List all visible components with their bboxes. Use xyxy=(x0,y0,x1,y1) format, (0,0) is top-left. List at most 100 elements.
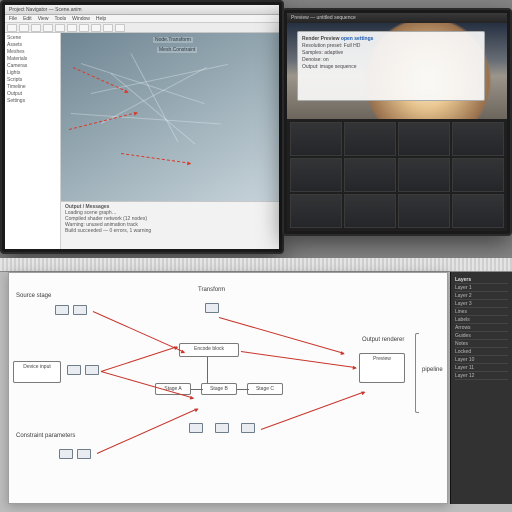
diagram-node[interactable]: Stage C xyxy=(247,383,283,395)
tool-stop-icon[interactable] xyxy=(79,24,89,32)
tool-new-icon[interactable] xyxy=(7,24,17,32)
layer-row[interactable]: Layer 2 xyxy=(455,292,508,300)
menu-item[interactable]: Tools xyxy=(54,15,66,22)
node-icon[interactable] xyxy=(215,423,229,433)
timeline-ruler[interactable] xyxy=(0,258,512,272)
log-panel[interactable]: Output / Messages Loading scene graph… C… xyxy=(61,201,279,249)
tool-play-icon[interactable] xyxy=(67,24,77,32)
tool-grid-icon[interactable] xyxy=(91,24,101,32)
tool-render-icon[interactable] xyxy=(115,24,125,32)
popup-link[interactable]: open settings xyxy=(341,36,374,42)
info-popup[interactable]: Render Preview open settings Resolution … xyxy=(297,31,485,101)
layer-row[interactable]: Labels xyxy=(455,316,508,324)
menubar[interactable]: File Edit View Tools Window Help xyxy=(5,15,279,23)
flow-arrow-icon xyxy=(261,391,365,430)
node-icon[interactable] xyxy=(77,449,91,459)
layer-row[interactable]: Lines xyxy=(455,308,508,316)
tree-item[interactable]: Meshes xyxy=(7,49,58,56)
diagram-node[interactable]: Device input xyxy=(13,361,61,383)
menu-item[interactable]: View xyxy=(38,15,49,22)
tool-save-icon[interactable] xyxy=(31,24,41,32)
brace-icon xyxy=(415,333,419,413)
layers-panel[interactable]: Layers Layer 1 Layer 2 Layer 3 Lines Lab… xyxy=(450,272,512,504)
menu-item[interactable]: Help xyxy=(96,15,106,22)
node-icon[interactable] xyxy=(85,365,99,375)
tree-item[interactable]: Scene xyxy=(7,35,58,42)
preview-viewport[interactable]: Render Preview open settings Resolution … xyxy=(287,23,507,119)
diagram-label: Transform xyxy=(197,287,226,293)
tree-item[interactable]: Lights xyxy=(7,70,58,77)
tree-item[interactable]: Assets xyxy=(7,42,58,49)
layer-row[interactable]: Arrows xyxy=(455,324,508,332)
thumbnail-grid[interactable] xyxy=(287,119,507,231)
node-icon[interactable] xyxy=(189,423,203,433)
diagram-label: Constraint parameters xyxy=(15,433,75,439)
thumbnail[interactable] xyxy=(290,122,342,156)
diagram-canvas[interactable]: Source stage Device input Constraint par… xyxy=(8,272,448,504)
tree-item[interactable]: Settings xyxy=(7,98,58,105)
tree-item[interactable]: Cameras xyxy=(7,63,58,70)
thumbnail[interactable] xyxy=(290,194,342,228)
diagram-node[interactable]: Preview xyxy=(359,353,405,383)
thumbnail[interactable] xyxy=(398,158,450,192)
layer-row[interactable]: Layer 10 xyxy=(455,356,508,364)
popup-heading: Render Preview open settings xyxy=(302,36,480,43)
flow-arrow-icon xyxy=(93,311,185,353)
connector-icon xyxy=(207,357,208,383)
tool-undo-icon[interactable] xyxy=(43,24,53,32)
tree-item[interactable]: Materials xyxy=(7,56,58,63)
tree-item[interactable]: Scripts xyxy=(7,77,58,84)
window-title: Project Navigator — Scene.anim xyxy=(9,5,82,15)
thumbnail[interactable] xyxy=(344,122,396,156)
node-icon[interactable] xyxy=(59,449,73,459)
thumbnail[interactable] xyxy=(398,122,450,156)
tool-redo-icon[interactable] xyxy=(55,24,65,32)
node-label: Stage C xyxy=(256,386,274,392)
titlebar-right[interactable]: Preview — untitled sequence xyxy=(287,13,507,23)
thumbnail[interactable] xyxy=(452,158,504,192)
tree-item[interactable]: Timeline xyxy=(7,84,58,91)
tree-item[interactable]: Output xyxy=(7,91,58,98)
layer-row[interactable]: Layer 1 xyxy=(455,284,508,292)
viewport-label: Mesh.Constraint xyxy=(157,47,197,53)
thumbnail[interactable] xyxy=(344,158,396,192)
node-icon[interactable] xyxy=(67,365,81,375)
node-icon[interactable] xyxy=(205,303,219,313)
menu-item[interactable]: File xyxy=(9,15,17,22)
thumbnail[interactable] xyxy=(290,158,342,192)
layer-row[interactable]: Notes xyxy=(455,340,508,348)
popup-line: Resolution preset: Full HD xyxy=(302,43,480,50)
thumbnail[interactable] xyxy=(398,194,450,228)
layer-row[interactable]: Guides xyxy=(455,332,508,340)
layer-row[interactable]: Layer 12 xyxy=(455,372,508,380)
node-icon[interactable] xyxy=(73,305,87,315)
popup-line: Denoise: on xyxy=(302,57,480,64)
window-title: Preview — untitled sequence xyxy=(291,13,356,23)
lower-workspace: Source stage Device input Constraint par… xyxy=(0,258,512,512)
connector-icon xyxy=(237,389,249,390)
tool-snap-icon[interactable] xyxy=(103,24,113,32)
diagram-node[interactable]: Encode block xyxy=(179,343,239,357)
thumbnail[interactable] xyxy=(344,194,396,228)
flow-arrow-icon xyxy=(97,408,198,454)
layer-row[interactable]: Locked xyxy=(455,348,508,356)
titlebar-left[interactable]: Project Navigator — Scene.anim xyxy=(5,5,279,15)
tool-open-icon[interactable] xyxy=(19,24,29,32)
layer-row[interactable]: Layer 11 xyxy=(455,364,508,372)
menu-item[interactable]: Window xyxy=(72,15,90,22)
thumbnail[interactable] xyxy=(452,194,504,228)
motion-arrow-icon xyxy=(121,153,190,164)
layer-row[interactable]: Layer 3 xyxy=(455,300,508,308)
project-tree[interactable]: Scene Assets Meshes Materials Cameras Li… xyxy=(5,33,61,249)
node-icon[interactable] xyxy=(55,305,69,315)
diagram-node[interactable]: Stage B xyxy=(201,383,237,395)
diagram-label: Source stage xyxy=(15,293,52,299)
flow-arrow-icon xyxy=(101,346,177,372)
node-icon[interactable] xyxy=(241,423,255,433)
monitor-right: Preview — untitled sequence Render Previ… xyxy=(282,8,512,236)
viewport-3d[interactable]: Node.Transform Mesh.Constraint xyxy=(61,33,279,201)
flow-arrow-icon xyxy=(241,351,356,368)
thumbnail[interactable] xyxy=(452,122,504,156)
node-label: Device input xyxy=(23,364,51,370)
menu-item[interactable]: Edit xyxy=(23,15,32,22)
